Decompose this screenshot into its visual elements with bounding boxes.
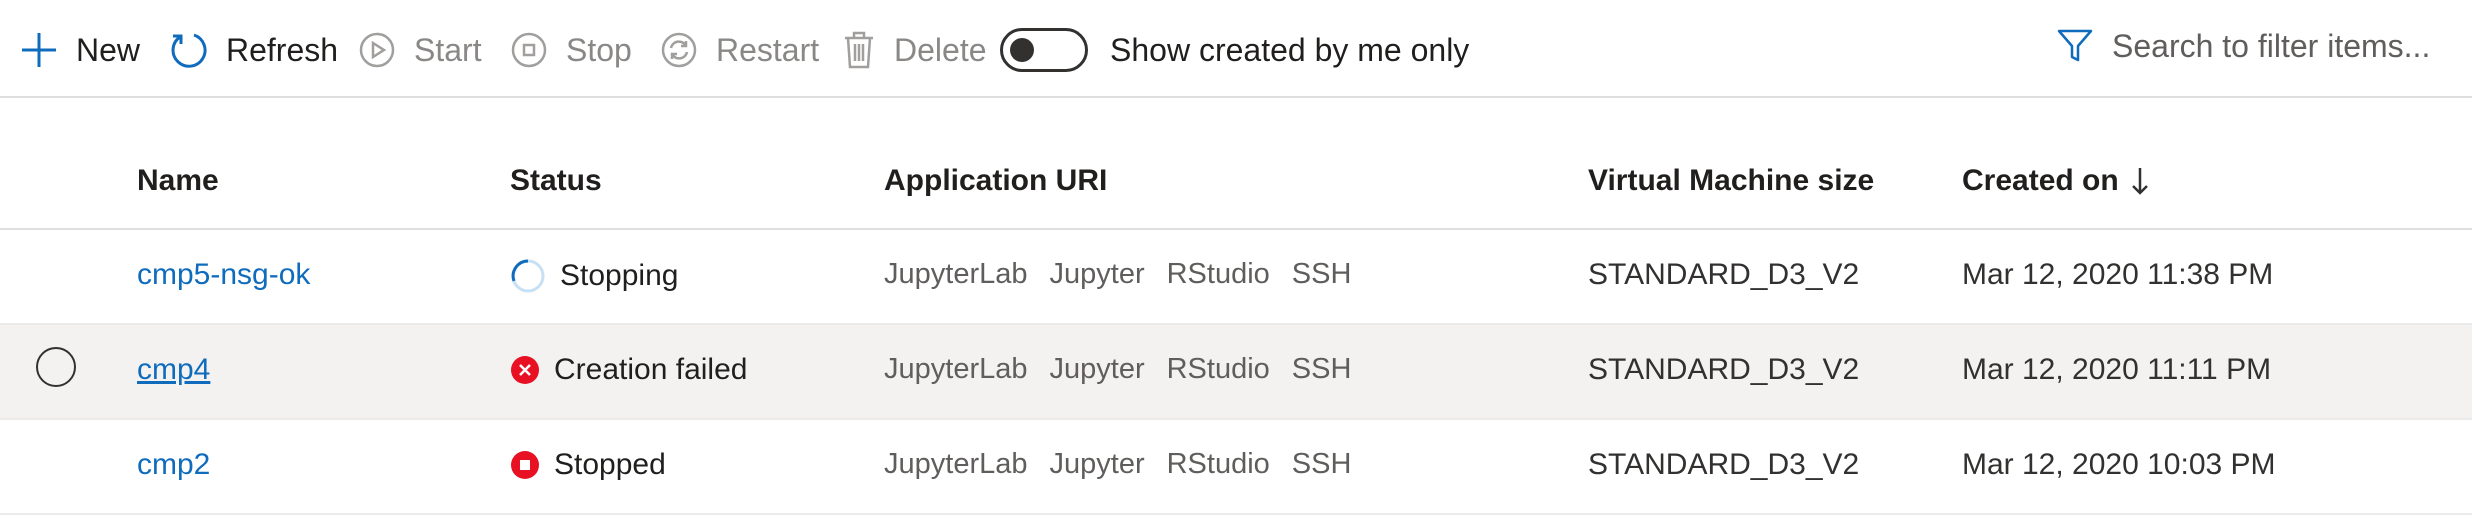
new-button[interactable]: New	[20, 26, 140, 74]
restart-icon	[661, 32, 697, 68]
table-row[interactable]: cmp2 Stopped JupyterLab Jupyter RStudio …	[0, 420, 2472, 515]
compute-name-link[interactable]: cmp4	[137, 353, 210, 387]
status-cell: Stopped	[510, 448, 666, 482]
refresh-button-label: Refresh	[226, 31, 339, 68]
filter-icon	[2057, 29, 2093, 62]
refresh-icon	[171, 33, 207, 68]
uri-ssh-link[interactable]: SSH	[1292, 448, 1352, 481]
compute-name-link[interactable]: cmp5-nsg-ok	[137, 258, 310, 292]
spinner-icon	[511, 259, 545, 293]
uri-rstudio-link[interactable]: RStudio	[1167, 353, 1270, 386]
column-header-created[interactable]: Created on	[1962, 164, 2149, 198]
sort-descending-icon	[2131, 168, 2148, 195]
list-header: Name Status Application URI Virtual Mach…	[0, 132, 2472, 230]
stopped-icon	[511, 451, 539, 479]
uri-jupyter-link[interactable]: Jupyter	[1050, 448, 1145, 481]
created-on-cell: Mar 12, 2020 10:03 PM	[1962, 448, 2276, 481]
column-header-vm-size[interactable]: Virtual Machine size	[1588, 164, 1874, 198]
uri-jupyterlab-link[interactable]: JupyterLab	[884, 353, 1028, 386]
status-cell: Creation failed	[510, 353, 747, 387]
stop-button-label: Stop	[566, 31, 632, 68]
delete-button-label: Delete	[894, 31, 987, 68]
search-input[interactable]	[2112, 27, 2472, 65]
application-uri-cell: JupyterLab Jupyter RStudio SSH	[884, 258, 1351, 291]
command-bar: New Refresh Start Stop Restart Delete Sh…	[0, 0, 2472, 98]
uri-ssh-link[interactable]: SSH	[1292, 258, 1352, 291]
uri-jupyter-link[interactable]: Jupyter	[1050, 258, 1145, 291]
vm-size-cell: STANDARD_D3_V2	[1588, 448, 1860, 481]
refresh-button[interactable]: Refresh	[168, 26, 338, 74]
table-row[interactable]: cmp4 Creation failed JupyterLab Jupyter …	[0, 325, 2472, 420]
row-select-radio[interactable]	[36, 347, 76, 387]
play-icon	[359, 32, 395, 68]
application-uri-cell: JupyterLab Jupyter RStudio SSH	[884, 448, 1351, 481]
uri-rstudio-link[interactable]: RStudio	[1167, 258, 1270, 291]
compute-name-link[interactable]: cmp2	[137, 448, 210, 482]
start-button-label: Start	[414, 31, 482, 68]
toggle-knob	[1010, 38, 1034, 62]
column-header-name[interactable]: Name	[137, 164, 219, 198]
filter-search	[2056, 22, 2472, 70]
uri-jupyter-link[interactable]: Jupyter	[1050, 353, 1145, 386]
delete-button[interactable]: Delete	[842, 26, 987, 74]
start-button[interactable]: Start	[358, 26, 482, 74]
uri-ssh-link[interactable]: SSH	[1292, 353, 1352, 386]
show-mine-toggle[interactable]	[1000, 28, 1088, 72]
table-row[interactable]: cmp5-nsg-ok Stopping JupyterLab Jupyter …	[0, 230, 2472, 325]
uri-jupyterlab-link[interactable]: JupyterLab	[884, 448, 1028, 481]
created-on-cell: Mar 12, 2020 11:11 PM	[1962, 353, 2272, 386]
uri-rstudio-link[interactable]: RStudio	[1167, 448, 1270, 481]
show-mine-toggle-label: Show created by me only	[1110, 31, 1470, 68]
restart-button[interactable]: Restart	[660, 26, 819, 74]
trash-icon	[845, 31, 873, 69]
show-mine-toggle-group: Show created by me only	[1000, 26, 1469, 74]
error-icon	[511, 356, 539, 384]
vm-size-cell: STANDARD_D3_V2	[1588, 258, 1860, 291]
new-button-label: New	[76, 31, 141, 68]
vm-size-cell: STANDARD_D3_V2	[1588, 353, 1860, 386]
stop-button[interactable]: Stop	[510, 26, 632, 74]
column-header-status[interactable]: Status	[510, 164, 602, 198]
application-uri-cell: JupyterLab Jupyter RStudio SSH	[884, 353, 1351, 386]
compute-list: Name Status Application URI Virtual Mach…	[0, 132, 2472, 515]
status-cell: Stopping	[510, 258, 678, 294]
radio-circle-icon	[36, 347, 76, 387]
uri-jupyterlab-link[interactable]: JupyterLab	[884, 258, 1028, 291]
column-header-uri[interactable]: Application URI	[884, 164, 1107, 198]
plus-icon	[22, 33, 56, 67]
stop-icon	[511, 32, 547, 68]
created-on-cell: Mar 12, 2020 11:38 PM	[1962, 258, 2274, 291]
restart-button-label: Restart	[716, 31, 820, 68]
